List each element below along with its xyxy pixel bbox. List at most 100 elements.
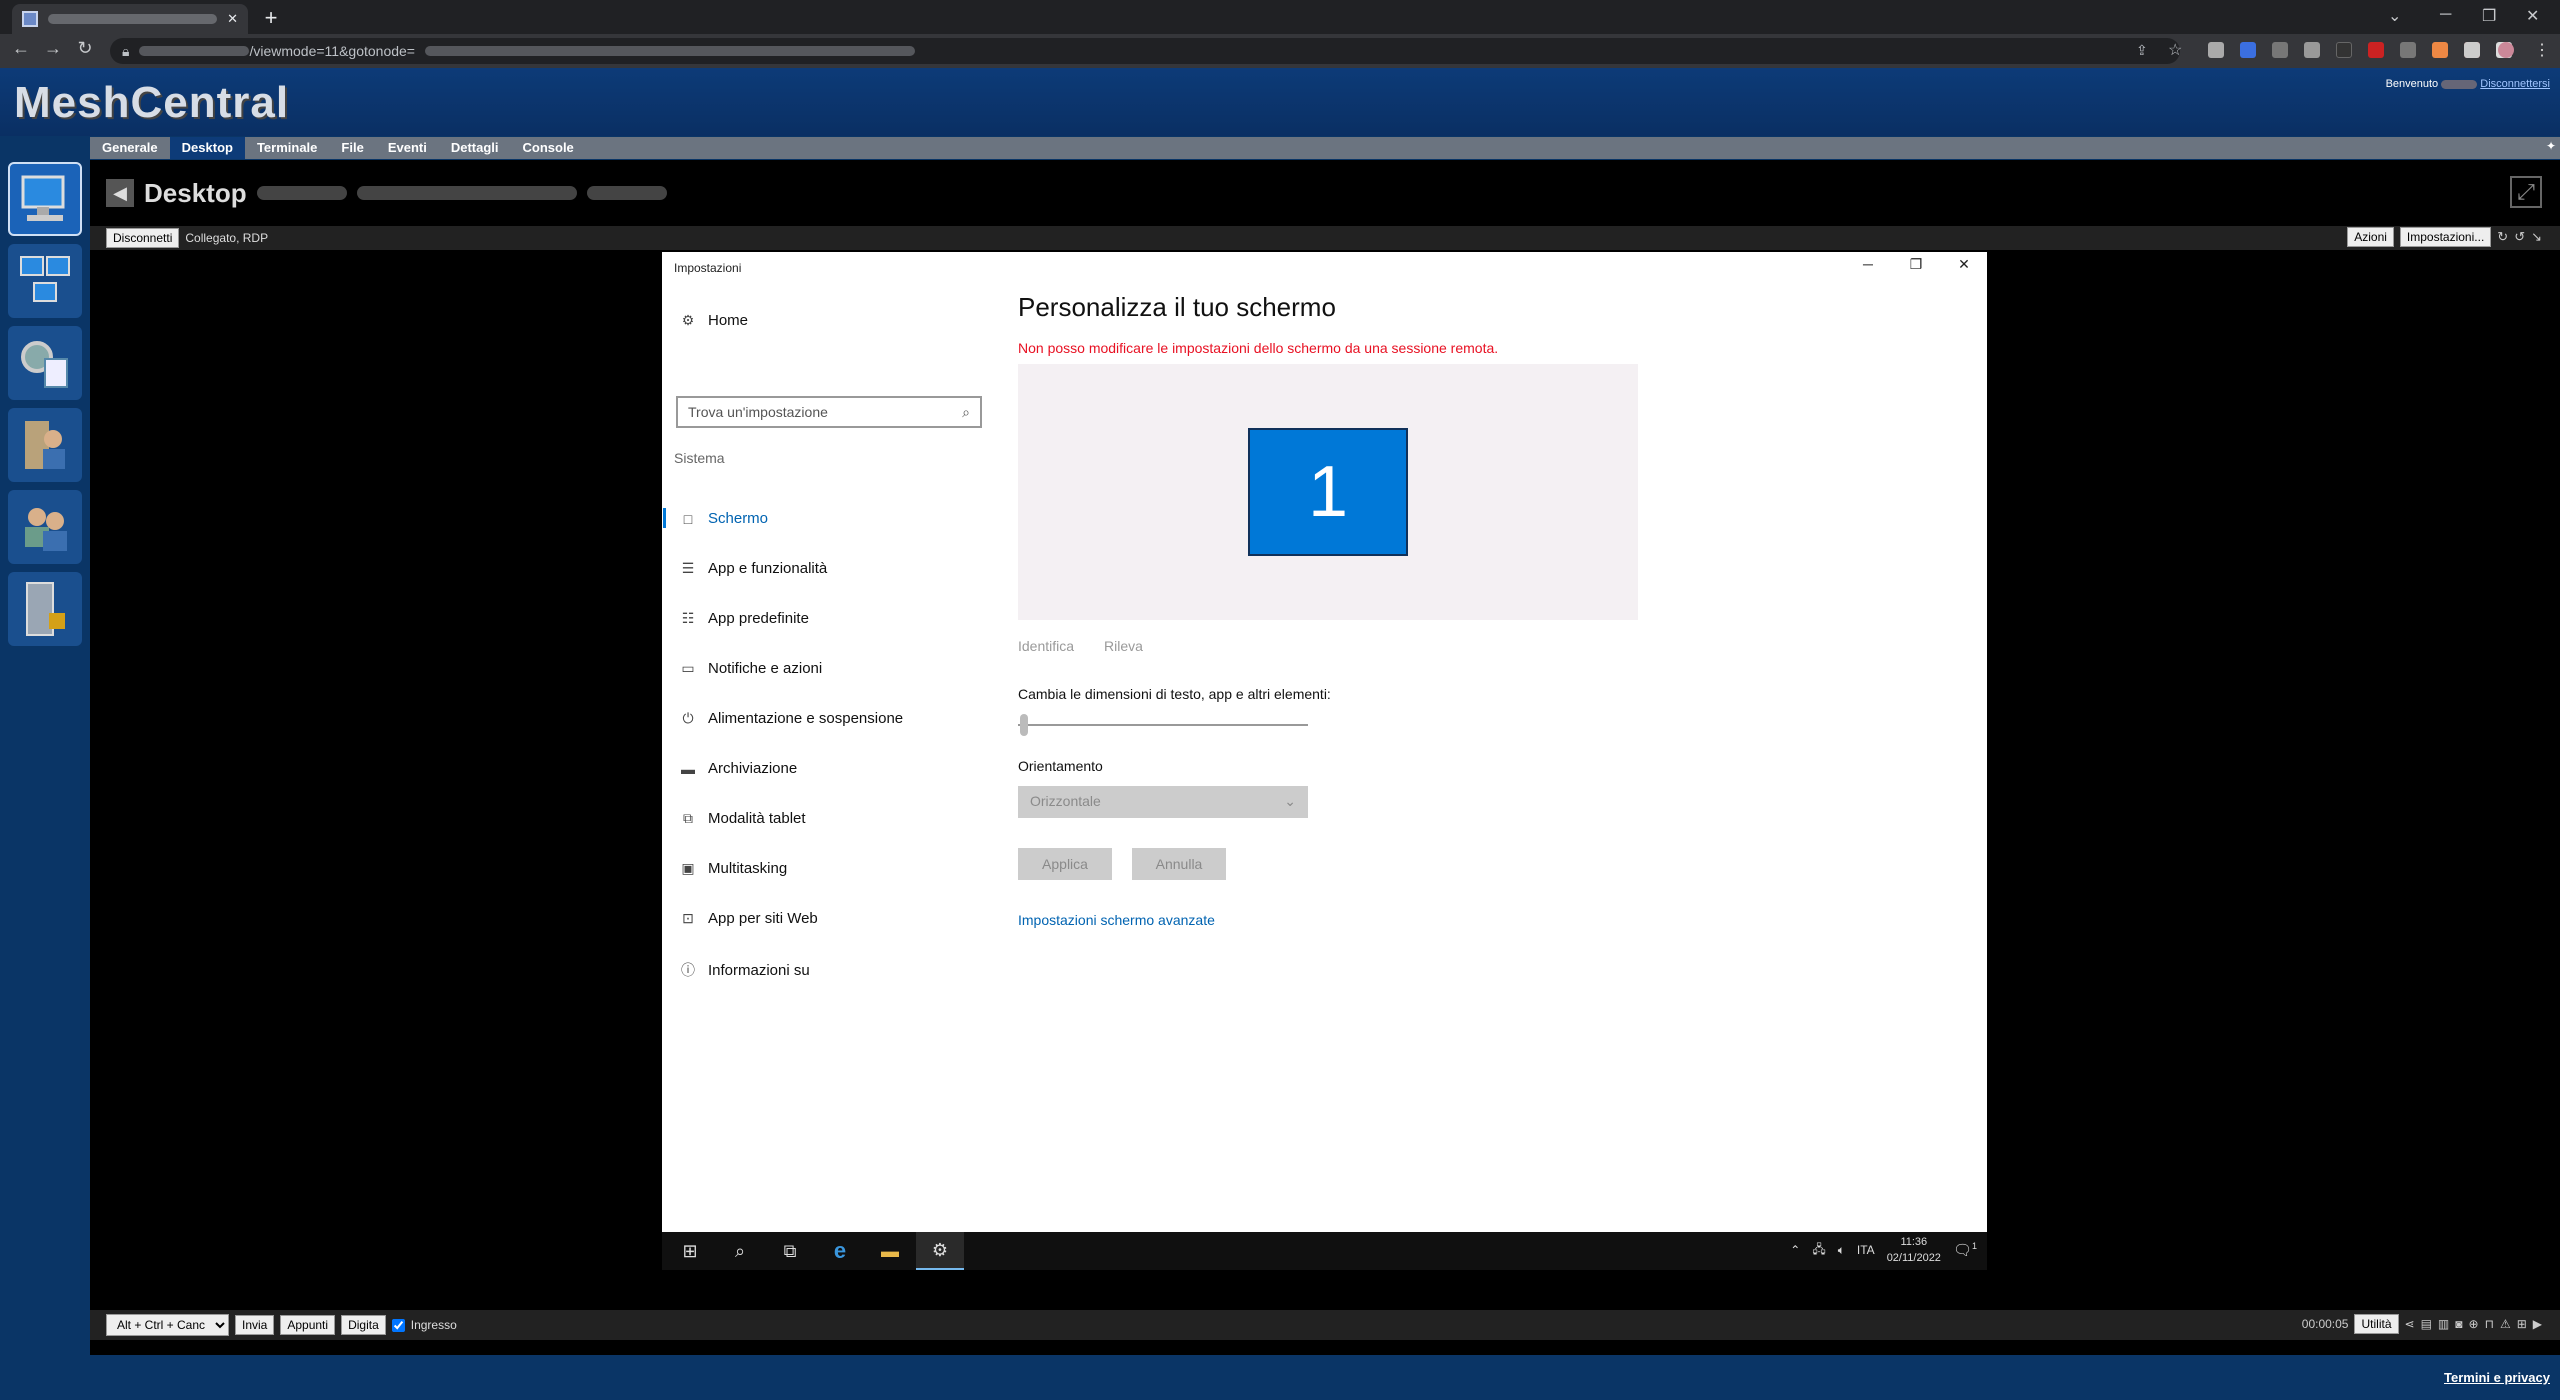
tab-eventi[interactable]: Eventi <box>376 137 439 159</box>
extension-icon[interactable] <box>2368 42 2384 58</box>
settings-search-input[interactable]: Trova un'impostazione ⌕ <box>676 396 982 428</box>
nav-item-archiviazione[interactable]: ▬ Archiviazione <box>680 760 797 777</box>
play-icon[interactable]: ▶ <box>2533 1317 2542 1331</box>
settings-button[interactable]: Impostazioni... <box>2399 227 2492 247</box>
back-button[interactable]: ◀ <box>106 179 134 207</box>
nav-item-alimentazione[interactable]: ⏻ Alimentazione e sospensione <box>680 710 903 727</box>
disconnect-button[interactable]: Disconnetti <box>106 228 180 248</box>
extension-icon[interactable] <box>2432 42 2448 58</box>
tab-search-icon[interactable]: ⌄ <box>2388 6 2401 26</box>
nav-item-multitasking[interactable]: ▣ Multitasking <box>680 860 787 877</box>
tab-console[interactable]: Console <box>511 137 586 159</box>
lock-icon[interactable]: ⊓ <box>2485 1317 2494 1331</box>
nav-item-informazioni[interactable]: ⓘ Informazioni su <box>680 960 810 980</box>
refresh-icon[interactable]: ↻ <box>2497 229 2508 245</box>
input-checkbox[interactable] <box>391 1318 405 1332</box>
globe-icon[interactable]: ⊕ <box>2469 1317 2479 1331</box>
copy-icon[interactable]: ▤ <box>2421 1317 2432 1331</box>
monitor-1[interactable]: 1 <box>1248 428 1408 556</box>
sidebar-my-devices[interactable] <box>8 162 82 236</box>
cancel-button[interactable]: Annulla <box>1132 848 1226 880</box>
camera-icon[interactable]: ◙ <box>2455 1317 2462 1331</box>
settings-gear-icon[interactable]: ⚙ <box>916 1232 964 1270</box>
browser-tab[interactable]: ✕ <box>12 4 248 34</box>
volume-muted-icon[interactable]: 🔈︎ <box>1838 1243 1845 1258</box>
browser-menu-icon[interactable]: ⋮ <box>2534 40 2550 60</box>
address-bar[interactable]: 🔒︎ /viewmode=11&gotonode= <box>110 38 2180 64</box>
action-center-icon[interactable]: 🗨︎1 <box>1953 1241 1977 1259</box>
tab-generale[interactable]: Generale <box>90 137 170 159</box>
send-button[interactable]: Invia <box>235 1315 275 1335</box>
tab-desktop[interactable]: Desktop <box>169 137 245 159</box>
windows-start-icon[interactable]: ⊞ <box>666 1232 714 1270</box>
apply-button[interactable]: Applica <box>1018 848 1112 880</box>
extension-icon[interactable] <box>2336 42 2352 58</box>
orientation-select[interactable]: Orizzontale ⌄ <box>1018 786 1308 818</box>
extensions-puzzle-icon[interactable] <box>2464 42 2480 58</box>
scale-slider-track[interactable] <box>1018 724 1308 726</box>
clipboard-button[interactable]: Appunti <box>280 1315 336 1335</box>
profile-avatar[interactable] <box>2498 42 2514 58</box>
identify-link[interactable]: Identifica <box>1018 638 1074 654</box>
alert-icon[interactable]: ⚠ <box>2500 1317 2511 1331</box>
clock[interactable]: 11:36 02/11/2022 <box>1887 1234 1941 1266</box>
fullscreen-icon[interactable]: ⤢ <box>2510 176 2542 208</box>
nav-home[interactable]: ⚙ Home <box>680 312 748 329</box>
sidebar-settings[interactable] <box>8 326 82 400</box>
type-button[interactable]: Digita <box>341 1315 386 1335</box>
minimize-icon[interactable]: ─ <box>2440 6 2451 24</box>
tools-button[interactable]: Utilità <box>2354 1314 2399 1334</box>
sidebar-server[interactable] <box>8 572 82 646</box>
extension-icon[interactable] <box>2208 42 2224 58</box>
detect-link[interactable]: Rileva <box>1104 638 1143 654</box>
scale-slider-thumb[interactable] <box>1020 714 1028 736</box>
pin-icon[interactable]: ✦ <box>2546 139 2556 153</box>
restore-icon[interactable]: ❐ <box>2482 6 2496 26</box>
sidebar-account[interactable] <box>8 408 82 482</box>
terms-link[interactable]: Termini e privacy <box>2444 1370 2550 1385</box>
language-indicator[interactable]: ITA <box>1857 1243 1875 1257</box>
extension-icon[interactable] <box>2240 42 2256 58</box>
nav-item-app-siti-web[interactable]: ⊡ App per siti Web <box>680 910 818 927</box>
search-icon[interactable]: ⌕ <box>716 1232 764 1270</box>
bookmark-star-icon[interactable]: ☆ <box>2168 40 2182 60</box>
nav-item-app-funzionalita[interactable]: ☰ App e funzionalità <box>680 560 828 577</box>
chevron-up-icon[interactable]: ⌃ <box>1790 1243 1800 1257</box>
tab-terminale[interactable]: Terminale <box>245 137 329 159</box>
sidebar-device-groups[interactable] <box>8 244 82 318</box>
resize-icon[interactable]: ↘ <box>2531 229 2542 245</box>
close-window-icon[interactable]: ✕ <box>2526 6 2539 26</box>
rotate-icon[interactable]: ↺ <box>2514 229 2525 245</box>
network-icon[interactable]: 🖧︎ <box>1812 1240 1825 1261</box>
back-arrow-icon[interactable]: ← <box>8 38 34 59</box>
extension-icon[interactable] <box>2304 42 2320 58</box>
extension-icon[interactable] <box>2400 42 2416 58</box>
tab-close-icon[interactable]: ✕ <box>227 11 238 27</box>
sidebar-users[interactable] <box>8 490 82 564</box>
extension-icon[interactable] <box>2272 42 2288 58</box>
share-icon[interactable]: ⇪ <box>2136 42 2148 59</box>
paste-icon[interactable]: ▥ <box>2438 1317 2449 1331</box>
advanced-display-link[interactable]: Impostazioni schermo avanzate <box>1018 912 1215 928</box>
share-icon[interactable]: ⋖ <box>2405 1317 2415 1331</box>
nav-item-app-predefinite[interactable]: ☷ App predefinite <box>680 610 809 627</box>
actions-button[interactable]: Azioni <box>2347 227 2394 247</box>
key-combo-select[interactable]: Alt + Ctrl + Canc <box>106 1314 229 1336</box>
file-explorer-icon[interactable]: ▬ <box>866 1232 914 1270</box>
tab-dettagli[interactable]: Dettagli <box>439 137 511 159</box>
nav-item-schermo[interactable]: □ Schermo <box>680 510 768 527</box>
tab-file[interactable]: File <box>329 137 375 159</box>
grid-icon[interactable]: ⊞ <box>2517 1317 2527 1331</box>
remote-screen[interactable]: Impostazioni ─ ❐ ✕ ⚙ Home Trova un'impos… <box>662 252 1987 1270</box>
reload-icon[interactable]: ↻ <box>72 38 98 59</box>
nav-item-notifiche[interactable]: ▭ Notifiche e azioni <box>680 660 822 677</box>
nav-item-tablet[interactable]: ⧉ Modalità tablet <box>680 810 806 827</box>
win-close-icon[interactable]: ✕ <box>1944 256 1984 273</box>
win-restore-icon[interactable]: ❐ <box>1896 256 1936 273</box>
win-minimize-icon[interactable]: ─ <box>1848 256 1888 272</box>
logout-link[interactable]: Disconnettersi <box>2480 78 2550 90</box>
edge-browser-icon[interactable]: e <box>816 1232 864 1270</box>
forward-arrow-icon[interactable]: → <box>40 38 66 59</box>
new-tab-button[interactable]: + <box>258 6 284 32</box>
task-view-icon[interactable]: ⧉ <box>766 1232 814 1270</box>
